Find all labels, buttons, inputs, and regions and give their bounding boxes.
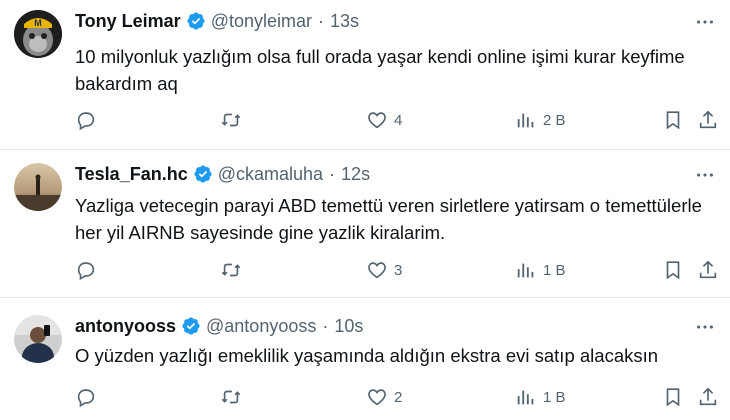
analytics-icon (517, 390, 534, 405)
action-bar: 2 1 B (75, 384, 720, 410)
views-button[interactable]: 1 B (515, 384, 566, 410)
bookmark-button[interactable] (662, 257, 684, 283)
views-button[interactable]: 1 B (515, 257, 566, 283)
display-name[interactable]: antonyooss (75, 316, 176, 337)
handle[interactable]: @antonyooss (206, 316, 316, 337)
share-icon (699, 387, 717, 406)
separator-dot: · (318, 10, 325, 31)
retweet-icon (221, 390, 241, 404)
tweet[interactable]: antonyooss @antonyooss · 10s O yüzden ya… (0, 297, 730, 420)
tweet-text: O yüzden yazlığı emeklilik yaşamında ald… (75, 345, 659, 366)
bookmark-button[interactable] (662, 107, 684, 133)
like-count: 4 (394, 111, 403, 129)
heart-icon (368, 389, 386, 406)
like-button[interactable]: 3 (366, 257, 402, 283)
reply-button[interactable] (75, 384, 97, 410)
share-icon (699, 110, 717, 129)
reply-icon (77, 112, 95, 131)
svg-text:M: M (34, 18, 42, 28)
reply-icon (77, 262, 95, 281)
heart-icon (368, 262, 386, 279)
reply-icon (77, 389, 95, 408)
bookmark-icon (666, 388, 680, 407)
like-count: 3 (394, 261, 403, 279)
reply-button[interactable] (75, 107, 97, 133)
view-count: 2 B (543, 111, 566, 129)
timestamp[interactable]: 13s (330, 11, 359, 32)
view-count: 1 B (543, 261, 566, 279)
like-button[interactable]: 4 (366, 107, 402, 133)
action-bar: 4 2 B (75, 107, 720, 133)
timestamp[interactable]: 10s (334, 316, 363, 337)
tweet-header: Tesla_Fan.hc @ckamaluha · 12s (75, 161, 370, 187)
tweet[interactable]: Tesla_Fan.hc @ckamaluha · 12s Yazliga ve… (0, 149, 730, 297)
analytics-icon (517, 263, 534, 278)
tweet[interactable]: M Tony Leimar @tonyleimar · 13s 10 milyo… (0, 0, 730, 149)
separator-dot: · (329, 163, 336, 184)
analytics-icon (517, 113, 534, 128)
avatar[interactable] (14, 315, 62, 363)
share-button[interactable] (697, 384, 719, 410)
timestamp[interactable]: 12s (341, 164, 370, 185)
retweet-button[interactable] (220, 384, 242, 410)
bookmark-icon (666, 111, 680, 130)
separator-dot: · (322, 315, 329, 336)
retweet-icon (221, 113, 241, 127)
retweet-icon (221, 263, 241, 277)
action-bar: 3 1 B (75, 257, 720, 283)
tweet-header: Tony Leimar @tonyleimar · 13s (75, 8, 359, 34)
retweet-button[interactable] (220, 257, 242, 283)
bookmark-button[interactable] (662, 384, 684, 410)
display-name[interactable]: Tesla_Fan.hc (75, 164, 188, 185)
share-button[interactable] (697, 257, 719, 283)
reply-button[interactable] (75, 257, 97, 283)
share-icon (699, 260, 717, 279)
verified-badge-icon (186, 11, 206, 31)
bookmark-icon (666, 261, 680, 280)
retweet-button[interactable] (220, 107, 242, 133)
tweet-header: antonyooss @antonyooss · 10s (75, 313, 363, 339)
display-name[interactable]: Tony Leimar (75, 11, 181, 32)
heart-icon (368, 112, 386, 129)
more-options-icon[interactable] (694, 164, 716, 186)
views-button[interactable]: 2 B (515, 107, 566, 133)
more-options-icon[interactable] (694, 11, 716, 33)
tweet-text: Yazliga vetecegin parayi ABD temettü ver… (75, 195, 702, 243)
more-options-icon[interactable] (694, 316, 716, 338)
like-button[interactable]: 2 (366, 384, 402, 410)
verified-badge-icon (193, 164, 213, 184)
avatar[interactable]: M (14, 10, 62, 58)
tweet-text: 10 milyonluk yazlığım olsa full orada ya… (75, 46, 685, 94)
like-count: 2 (394, 388, 403, 406)
share-button[interactable] (697, 107, 719, 133)
avatar[interactable] (14, 163, 62, 211)
verified-badge-icon (181, 316, 201, 336)
handle[interactable]: @ckamaluha (218, 164, 323, 185)
view-count: 1 B (543, 388, 566, 406)
handle[interactable]: @tonyleimar (211, 11, 312, 32)
